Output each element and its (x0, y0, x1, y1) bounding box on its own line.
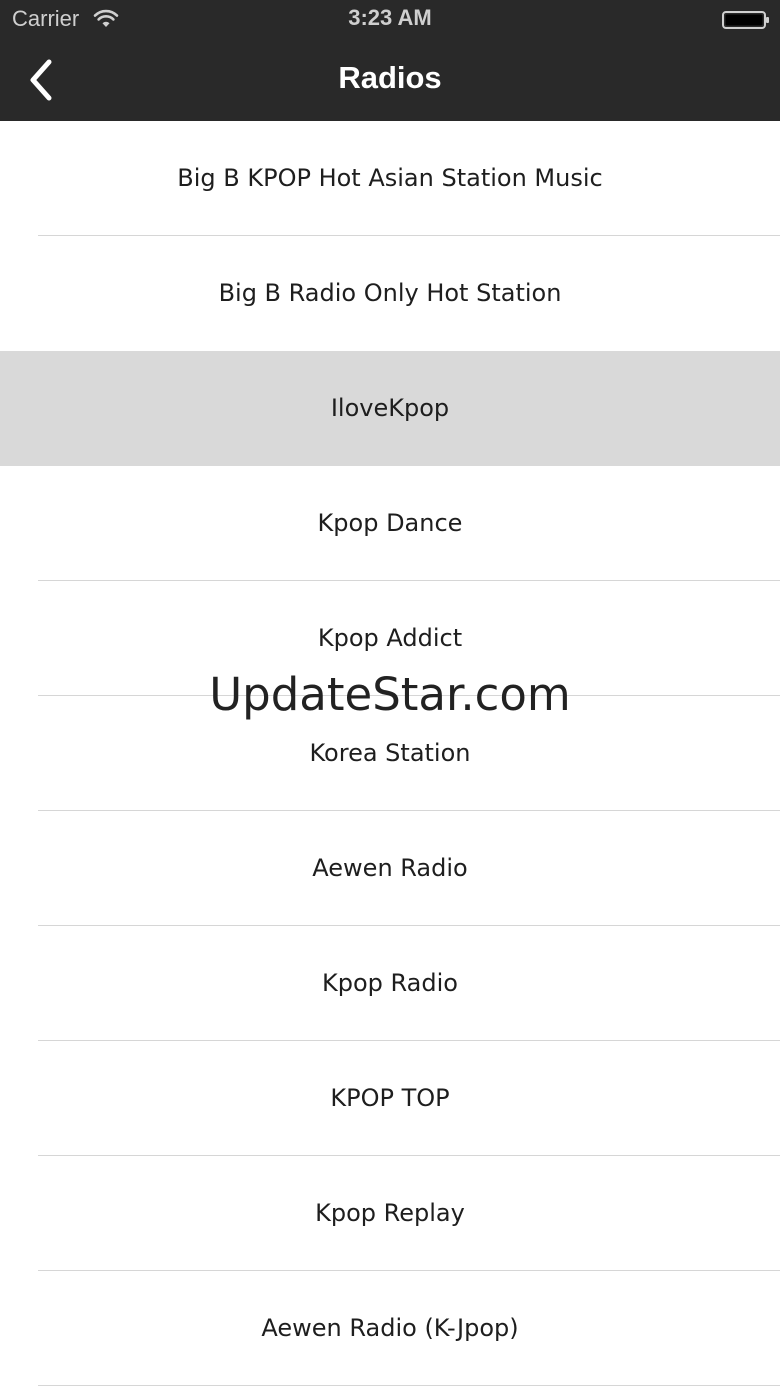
station-name: Kpop Addict (317, 623, 463, 652)
station-name: Aewen Radio (K-Jpop) (261, 1313, 519, 1342)
list-item[interactable]: IloveKpop (0, 351, 780, 466)
station-list: Big B KPOP Hot Asian Station Music Big B … (0, 121, 780, 1387)
list-item[interactable]: Kpop Dance (0, 466, 780, 581)
station-name: Kpop Dance (317, 508, 463, 537)
station-name: Kpop Radio (322, 968, 458, 997)
list-item[interactable]: Kpop Replay (0, 1156, 780, 1271)
station-name: Kpop Replay (315, 1198, 465, 1227)
list-item[interactable]: Aewen Radio (K-Jpop) (0, 1271, 780, 1386)
battery-icon (722, 11, 769, 29)
navigation-bar: Radios (0, 40, 780, 121)
top-bar: Carrier 3:23 AM Radios (0, 0, 780, 121)
page-title: Radios (338, 60, 442, 95)
station-name: Big B Radio Only Hot Station (218, 278, 562, 307)
status-bar: Carrier 3:23 AM (0, 0, 780, 40)
row-separator (38, 1385, 780, 1386)
station-name: KPOP TOP (330, 1083, 450, 1112)
app-screen: Carrier 3:23 AM Radios Big B KPOP Hot As… (0, 0, 780, 1387)
list-item[interactable]: Aewen Radio (0, 811, 780, 926)
list-item[interactable]: Big B Radio Only Hot Station (0, 236, 780, 351)
list-item[interactable]: KPOP TOP (0, 1041, 780, 1156)
station-name: Big B KPOP Hot Asian Station Music (177, 163, 603, 192)
list-item[interactable]: Korea Station (0, 696, 780, 811)
station-name: Aewen Radio (312, 853, 468, 882)
list-item[interactable]: Big B KPOP Hot Asian Station Music (0, 121, 780, 236)
station-name: Korea Station (309, 738, 471, 767)
status-time: 3:23 AM (348, 5, 432, 30)
list-item[interactable]: Kpop Addict (0, 581, 780, 696)
station-name: IloveKpop (330, 393, 450, 422)
list-item[interactable]: Kpop Radio (0, 926, 780, 1041)
